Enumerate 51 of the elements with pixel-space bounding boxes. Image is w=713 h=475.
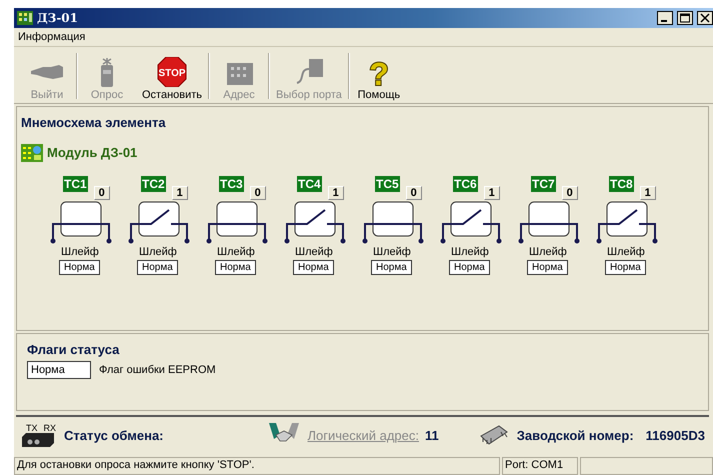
status-field: Норма [215, 260, 256, 275]
port-status: Port: COM1 [502, 456, 578, 475]
channel-value: 1 [640, 186, 656, 200]
serial-value: 116905D3 [646, 428, 705, 443]
channel-label: ТС8 [609, 176, 634, 192]
loop-caption: Шлейф [217, 246, 255, 258]
flag-label: Флаг ошибки EEPROM [99, 364, 216, 376]
section-title: Флаги статуса [27, 342, 120, 358]
window-title: ДЗ-01 [37, 10, 78, 25]
channel-value: 0 [406, 186, 422, 200]
channel-label: ТС3 [219, 176, 244, 192]
status-field: Норма [59, 260, 100, 275]
help-icon: ? [360, 56, 397, 87]
status-field: Норма [449, 260, 490, 275]
loop-caption: Шлейф [451, 246, 489, 258]
channel-label: ТС2 [141, 176, 166, 192]
loop-caption: Шлейф [139, 246, 177, 258]
status-field: Норма [137, 260, 178, 275]
serial-label: Заводской номер: [516, 428, 634, 443]
channel-label: ТС5 [375, 176, 400, 192]
menu-item[interactable]: Информация [18, 30, 86, 43]
channel-value: 0 [250, 186, 266, 200]
toolbar-button[interactable]: ? Помощь [350, 56, 408, 101]
address-value: 11 [425, 428, 439, 443]
channel-label: ТС1 [63, 176, 88, 192]
rx-label: RX [44, 423, 56, 434]
channel-value: 0 [562, 186, 578, 200]
status-field: Норма [605, 260, 646, 275]
status-message: Для остановки опроса нажмите кнопку 'STOP'. [14, 456, 500, 475]
tx-label: TX [26, 423, 38, 434]
channel-value: 0 [94, 186, 110, 200]
loop-caption: Шлейф [607, 246, 645, 258]
channel-value: 1 [172, 186, 188, 200]
status-field: Норма [293, 260, 334, 275]
toolbar-button[interactable]: STOP Остановить [136, 56, 208, 101]
channel-label: ТС4 [297, 176, 322, 192]
channel-label: ТС6 [453, 176, 478, 192]
exchange-status-label: Статус обмена: [64, 428, 164, 443]
status-field: Норма [527, 260, 568, 275]
module-title: Модуль ДЗ-01 [47, 145, 138, 160]
loop-caption: Шлейф [529, 246, 567, 258]
flag-value-field: Норма [27, 361, 91, 380]
loop-caption: Шлейф [295, 246, 333, 258]
status-field: Норма [371, 260, 412, 275]
channel-value: 1 [328, 186, 344, 200]
section-title: Мнемосхема элемента [21, 114, 167, 130]
loop-caption: Шлейф [373, 246, 411, 258]
address-link[interactable]: Логический адрес: [308, 428, 419, 443]
channel-label: ТС7 [531, 176, 556, 192]
loop-caption: Шлейф [61, 246, 99, 258]
channel-value: 1 [484, 186, 500, 200]
